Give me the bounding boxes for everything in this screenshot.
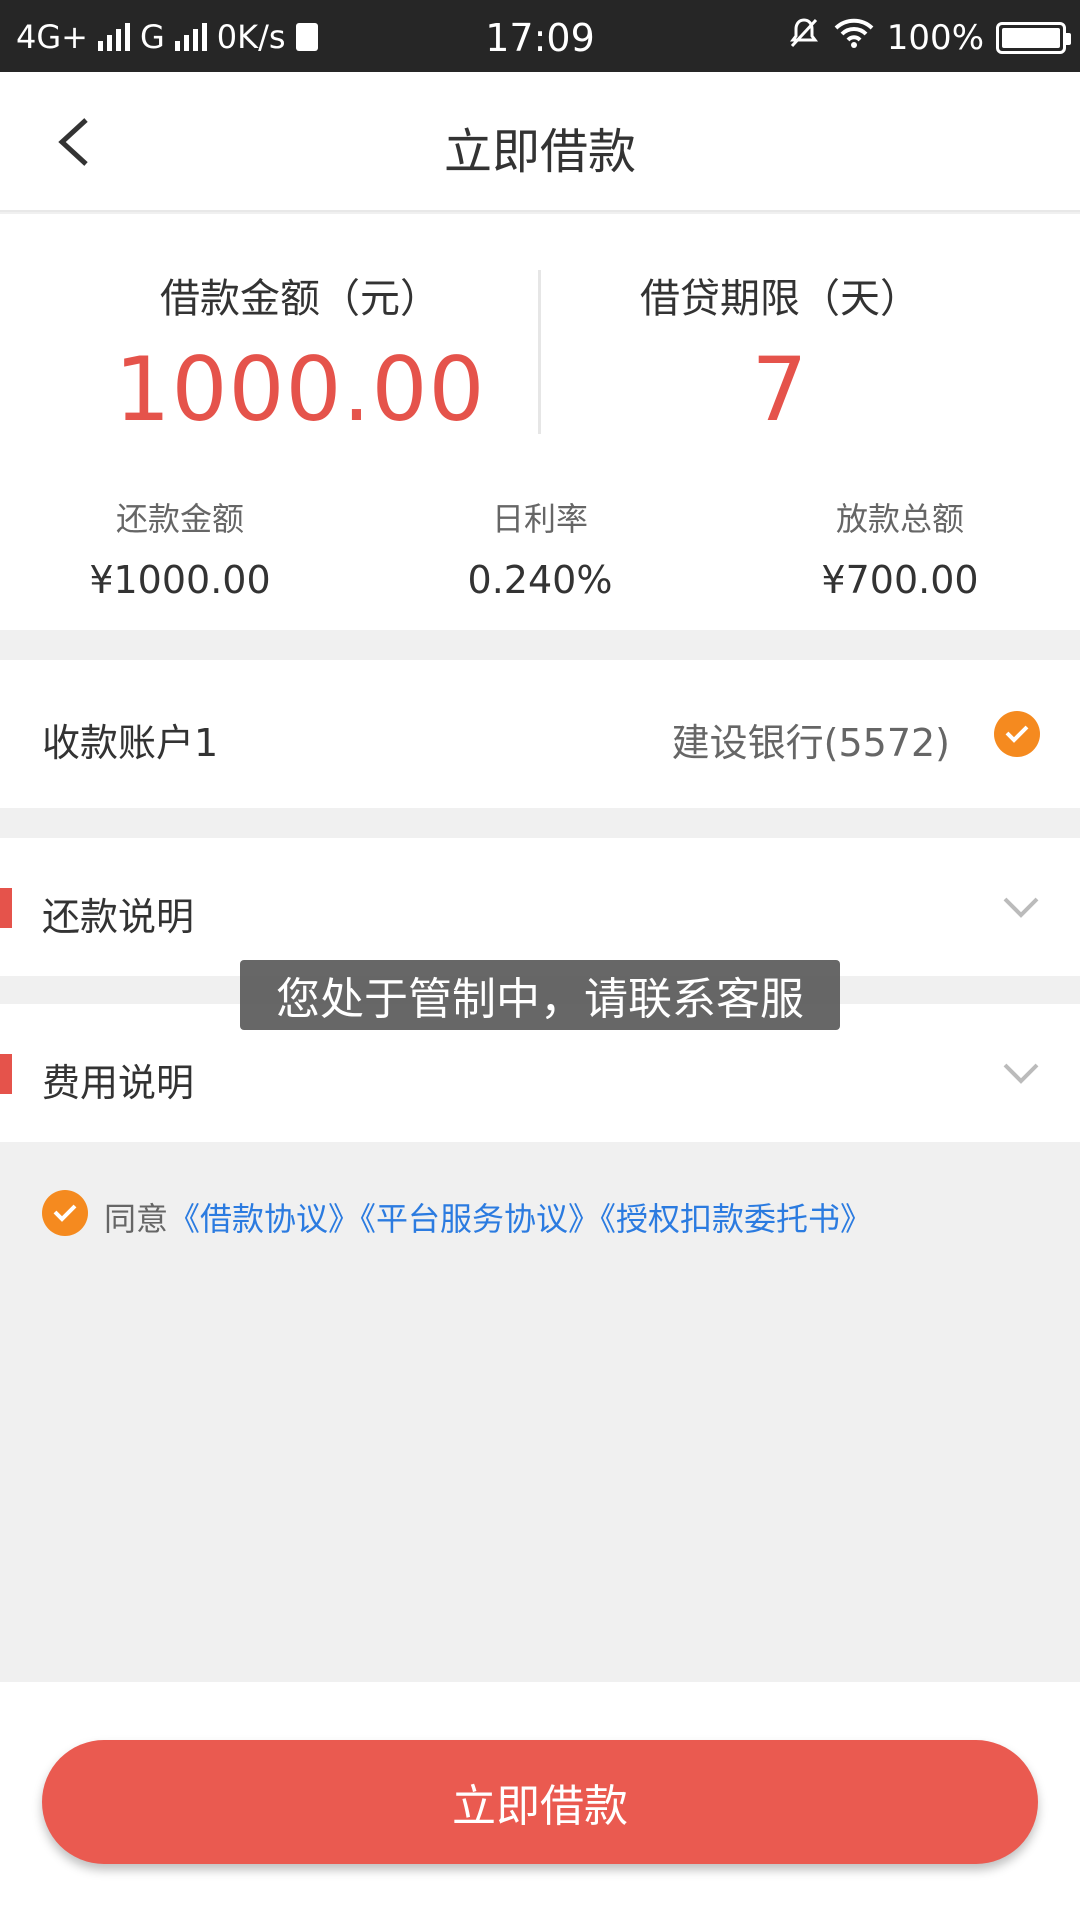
repay-amount-value: ¥1000.00: [89, 558, 271, 602]
repay-amount-label: 还款金额: [115, 500, 244, 538]
agreement-area: 同意《借款协议》《平台服务协议》《授权扣款委托书》: [0, 1142, 1080, 1682]
debit-authorization-link[interactable]: 《授权扣款委托书》: [600, 1200, 872, 1238]
loan-amount-value: 1000.00: [114, 338, 486, 441]
repayment-info-row[interactable]: 还款说明: [0, 838, 1080, 976]
mute-bell-icon: [787, 16, 821, 59]
loan-amount-block: 借款金额（元） 1000.00: [0, 266, 600, 441]
agree-check-icon[interactable]: [42, 1190, 88, 1236]
section-marker: [0, 888, 12, 928]
toast-message: 您处于管制中，请联系客服: [240, 960, 840, 1030]
fee-info-label: 费用说明: [42, 1061, 195, 1105]
wifi-icon: [833, 17, 875, 58]
page-title: 立即借款: [443, 124, 636, 180]
receiving-account-label: 收款账户1: [42, 721, 219, 765]
battery-percent: 100%: [886, 17, 984, 58]
battery-icon: [996, 21, 1071, 54]
bottom-bar: 立即借款: [0, 1682, 1080, 1920]
agree-prefix: 同意: [104, 1200, 169, 1238]
loan-term-block: 借贷期限（天） 7: [540, 266, 1020, 441]
receiving-account-row[interactable]: 收款账户1 建设银行(5572): [0, 660, 1080, 808]
repay-amount-block: 还款金额 ¥1000.00: [0, 494, 360, 602]
section-marker: [0, 1054, 12, 1094]
agreement-text: 同意《借款协议》《平台服务协议》《授权扣款委托书》: [104, 1194, 872, 1240]
nav-bar: 立即借款: [0, 72, 1080, 212]
daily-rate-block: 日利率 0.240%: [360, 494, 720, 602]
repayment-info-label: 还款说明: [42, 895, 195, 939]
daily-rate-label: 日利率: [491, 500, 588, 538]
chevron-down-icon[interactable]: [1002, 1062, 1040, 1084]
loan-summary: 借款金额（元） 1000.00 借贷期限（天） 7 还款金额 ¥1000.00 …: [0, 214, 1080, 630]
status-right: 100%: [787, 16, 1071, 59]
platform-service-agreement-link[interactable]: 《平台服务协议》: [360, 1200, 600, 1238]
daily-rate-value: 0.240%: [467, 558, 613, 602]
disburse-total-block: 放款总额 ¥700.00: [720, 494, 1080, 602]
loan-amount-label: 借款金额（元）: [160, 276, 440, 322]
loan-agreement-link[interactable]: 《借款协议》: [168, 1200, 360, 1238]
status-bar: 4G+ G 0K/s 17:09 100%: [0, 0, 1080, 72]
chevron-down-icon[interactable]: [1002, 896, 1040, 918]
disburse-total-value: ¥700.00: [821, 558, 979, 602]
account-selected-check-icon[interactable]: [994, 711, 1040, 757]
borrow-now-button[interactable]: 立即借款: [42, 1740, 1038, 1864]
loan-term-label: 借贷期限（天）: [640, 276, 920, 322]
disburse-total-label: 放款总额: [835, 500, 964, 538]
bank-account-value: 建设银行(5572): [671, 721, 950, 765]
loan-term-value: 7: [751, 338, 809, 441]
